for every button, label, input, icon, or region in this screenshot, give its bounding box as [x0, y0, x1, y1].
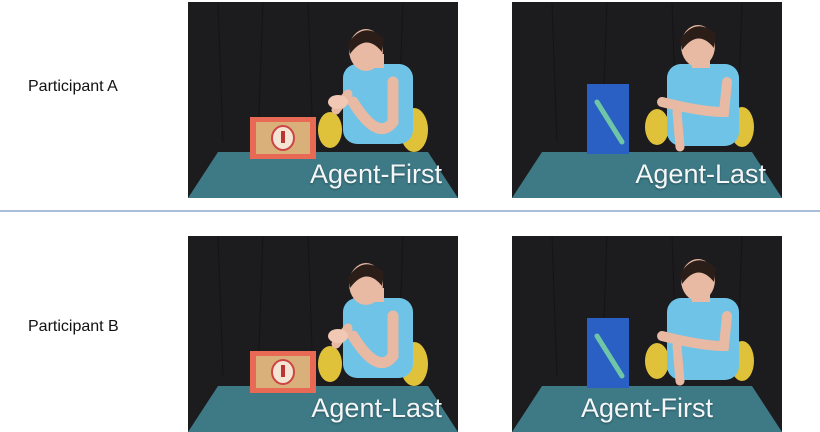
video-frame-a-left: Agent-First: [188, 2, 458, 198]
caption-a-left: Agent-First: [309, 159, 442, 189]
video-frame-b-left: Agent-Last: [188, 236, 458, 432]
caption-b-right: Agent-First: [580, 393, 714, 423]
caption-a-right: Agent-Last: [635, 159, 766, 189]
video-frame-a-right: Agent-Last: [512, 2, 782, 198]
participant-a-label: Participant A: [28, 78, 118, 95]
caption-b-left: Agent-Last: [311, 393, 442, 423]
participant-b-label: Participant B: [28, 318, 119, 335]
video-frame-b-right: Agent-First: [512, 236, 782, 432]
row-divider: [0, 210, 820, 212]
